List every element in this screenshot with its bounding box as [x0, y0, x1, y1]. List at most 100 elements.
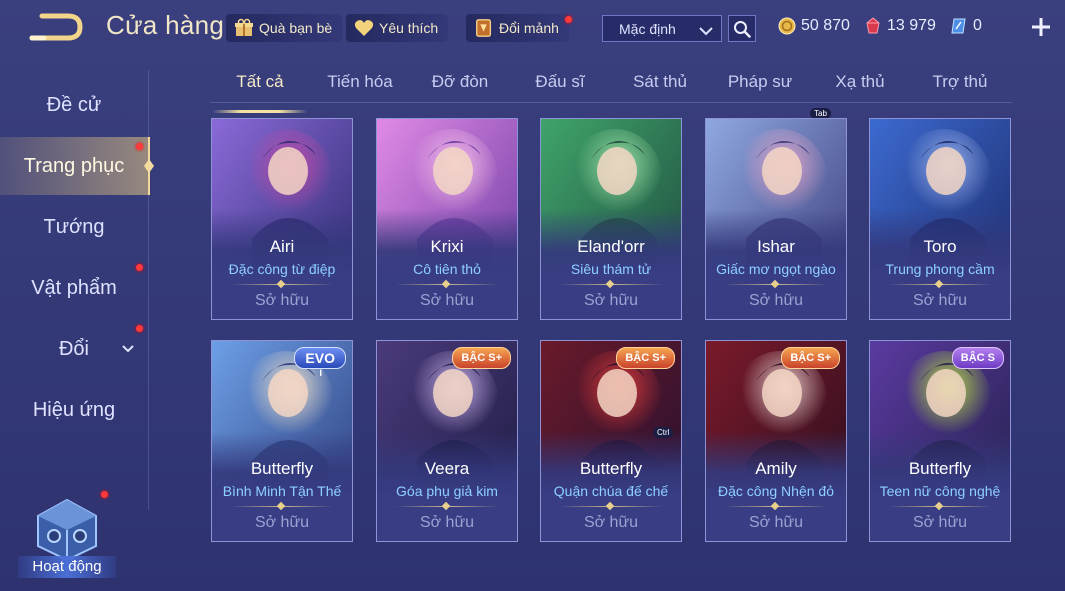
sidebar-item-label: Trang phục	[23, 154, 125, 177]
ownership-status: Sở hữu	[583, 292, 639, 309]
heart-icon	[354, 18, 374, 38]
tier-badge: BẬC S+	[616, 347, 675, 369]
skin-name: Siêu thám tử	[570, 261, 652, 277]
skin-name: Đặc công Nhện đỏ	[718, 483, 834, 499]
category-tabs: Tất cả Tiến hóa Đỡ đòn Đấu sĩ Sát thủ Ph…	[210, 62, 1012, 113]
tab-assassin[interactable]: Sát thủ	[610, 72, 710, 92]
tab-label: Trợ thủ	[932, 72, 988, 91]
events-label: Hoạt động	[18, 556, 116, 578]
back-button[interactable]	[28, 12, 84, 42]
skin-name: Giấc mơ ngọt ngào	[716, 261, 836, 277]
sidebar-item-skins[interactable]: Trang phục	[0, 137, 154, 195]
ownership-status: Sở hữu	[419, 514, 475, 531]
skin-card[interactable]: Butterfly Quận chúa đế chế Sở hữu BẬC S+ Ctr…	[540, 340, 682, 542]
friend-gift-label: Quà bạn bè	[259, 20, 333, 36]
tab-tank[interactable]: Đỡ đòn	[410, 72, 510, 92]
tab-label: Tiến hóa	[327, 72, 393, 91]
hero-name: Toro	[923, 237, 957, 256]
voucher-value: 0	[973, 17, 982, 34]
active-tab-indicator	[212, 110, 308, 113]
hero-name: Ishar	[757, 237, 795, 256]
hero-name: Krixi	[430, 237, 464, 256]
skin-card[interactable]: Butterfly Bình Minh Tận Thế Sở hữu EVO I	[211, 340, 353, 542]
favorites-button[interactable]: Yêu thích	[346, 14, 449, 42]
skin-card[interactable]: Toro Trung phong cầm Sở hữu	[869, 118, 1011, 320]
ruby-value: 13 979	[887, 17, 936, 34]
sort-dropdown[interactable]: Mặc định	[602, 15, 722, 42]
skin-card[interactable]: Krixi Cô tiên thỏ Sở hữu	[376, 118, 518, 320]
tab-label: Xạ thủ	[835, 72, 885, 91]
sidebar-item-exchange[interactable]: Đổi	[0, 320, 148, 378]
skin-card[interactable]: Amily Đặc công Nhện đỏ Sở hữu BẬC S+	[705, 340, 847, 542]
ownership-status: Sở hữu	[419, 292, 475, 309]
hero-name: Butterfly	[579, 459, 643, 478]
skin-card[interactable]: Airi Đặc công từ điệp Sở hữu	[211, 118, 353, 320]
skin-card[interactable]: Ishar Giấc mơ ngọt ngào Sở hữu	[705, 118, 847, 320]
tab-support[interactable]: Trợ thủ	[910, 72, 1010, 92]
ownership-status: Sở hữu	[748, 514, 804, 531]
key-hint: Ctrl	[653, 427, 674, 438]
tab-fighter[interactable]: Đấu sĩ	[510, 72, 610, 92]
ownership-status: Sở hữu	[912, 292, 968, 309]
chevron-down-icon	[122, 345, 134, 353]
hero-name: Veera	[424, 459, 470, 478]
tab-all[interactable]: Tất cả	[210, 72, 310, 113]
notification-dot	[136, 264, 143, 271]
shard-exchange-button[interactable]: Đổi mảnh	[466, 14, 569, 42]
hero-name: Amily	[755, 459, 797, 478]
evo-level: I	[319, 368, 322, 378]
tier-badge: BẬC S	[951, 347, 1004, 369]
events-cube-icon	[37, 498, 97, 562]
ownership-status: Sở hữu	[254, 514, 310, 531]
ownership-status: Sở hữu	[583, 514, 639, 531]
skin-name: Đặc công từ điệp	[228, 261, 336, 277]
skin-grid: Airi Đặc công từ điệp Sở hữu Krixi Cô tiên t…	[211, 118, 1011, 588]
events-button[interactable]: Hoạt động	[18, 494, 116, 578]
tab-label: Pháp sư	[727, 72, 793, 91]
sidebar-item-items[interactable]: Vật phẩm	[0, 259, 148, 317]
tab-mage[interactable]: Pháp sư	[710, 72, 810, 92]
notification-dot	[565, 16, 572, 23]
tier-badge: BẬC S+	[781, 347, 840, 369]
add-currency-button[interactable]	[1030, 14, 1052, 40]
sidebar-item-label: Hiệu ứng	[32, 398, 116, 421]
sort-selected-value: Mặc định	[619, 20, 676, 37]
gold-value: 50 870	[801, 17, 850, 34]
top-bar: Cửa hàng Quà bạn bè Yêu thích Đổi mảnh M…	[0, 0, 1065, 58]
chevron-down-icon	[699, 23, 713, 39]
hero-name: Butterfly	[250, 459, 314, 478]
back-arrow-icon	[29, 13, 83, 41]
active-diamond-icon	[144, 159, 154, 173]
hero-name: Airi	[269, 237, 295, 256]
sidebar-item-label: Đổi	[58, 337, 89, 360]
evo-badge: EVO	[294, 347, 346, 369]
hero-name: Eland'orr	[577, 237, 645, 256]
plus-icon	[1032, 18, 1050, 36]
gift-icon	[234, 18, 254, 38]
skin-card[interactable]: Eland'orr Siêu thám tử Sở hữu	[540, 118, 682, 320]
tier-badge: BẬC S+	[452, 347, 511, 369]
friend-gift-button[interactable]: Quà bạn bè	[226, 14, 343, 42]
ruby-balance: 13 979	[864, 17, 936, 35]
tab-evolution[interactable]: Tiến hóa	[310, 72, 410, 92]
ownership-status: Sở hữu	[748, 292, 804, 309]
voucher-icon	[951, 18, 966, 34]
page-title: Cửa hàng	[106, 10, 225, 40]
sidebar-item-effects[interactable]: Hiệu ứng	[0, 381, 148, 439]
skin-card[interactable]: Butterfly Teen nữ công nghệ Sở hữu BẬC S	[869, 340, 1011, 542]
notification-dot	[136, 325, 143, 332]
skin-card[interactable]: Veera Góa phụ giả kim Sở hữu BẬC S+	[376, 340, 518, 542]
notification-dot	[136, 143, 143, 150]
notification-dot	[101, 491, 108, 498]
shard-exchange-label: Đổi mảnh	[499, 20, 559, 36]
sidebar-item-heroes[interactable]: Tướng	[0, 198, 148, 256]
sidebar-item-featured[interactable]: Đề cử	[0, 76, 148, 134]
gold-coin-icon	[778, 17, 796, 35]
ownership-status: Sở hữu	[254, 292, 310, 309]
skin-name: Teen nữ công nghệ	[879, 483, 1001, 499]
skin-name: Trung phong cầm	[885, 261, 995, 277]
search-button[interactable]	[728, 15, 756, 42]
skin-name: Cô tiên thỏ	[413, 261, 481, 277]
hero-name: Butterfly	[908, 459, 972, 478]
tab-marksman[interactable]: Xạ thủ	[810, 72, 910, 92]
